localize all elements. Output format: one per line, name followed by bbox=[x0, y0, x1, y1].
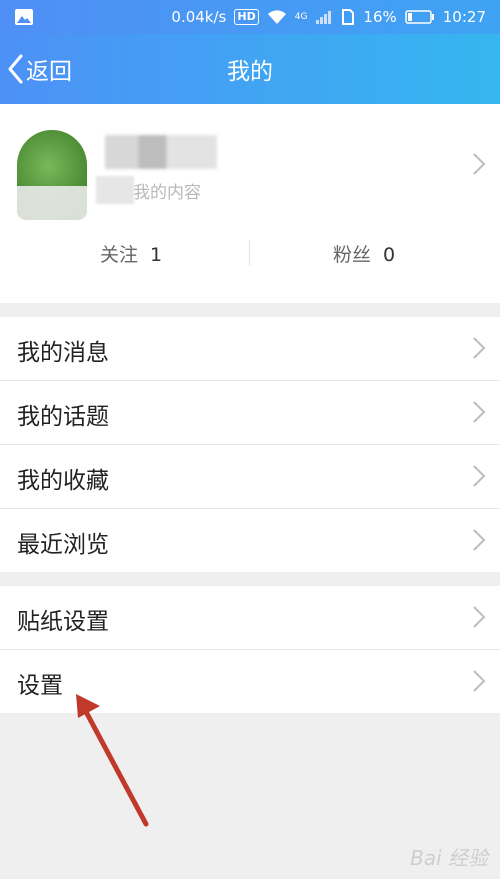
follow-count: 1 bbox=[150, 244, 163, 266]
sim-icon bbox=[342, 9, 355, 25]
menu-item-label: 最近浏览 bbox=[17, 532, 109, 558]
chevron-right-icon bbox=[473, 670, 486, 692]
page-title: 我的 bbox=[227, 59, 273, 85]
battery-percent: 16% bbox=[363, 8, 397, 26]
menu-item-my-messages[interactable]: 我的消息 bbox=[0, 317, 500, 381]
follow-stat[interactable]: 关注 1 bbox=[100, 240, 162, 267]
avatar[interactable] bbox=[17, 130, 87, 220]
status-indicators: 0.04k/s HD 4G 16% 10:27 bbox=[171, 7, 486, 27]
menu-item-label: 设置 bbox=[17, 673, 63, 699]
watermark: Bai 经验 bbox=[410, 846, 488, 870]
menu-item-my-topics[interactable]: 我的话题 bbox=[0, 381, 500, 445]
profile-subtitle: 我的内容 bbox=[133, 183, 201, 203]
menu-item-my-favorites[interactable]: 我的收藏 bbox=[0, 445, 500, 509]
chevron-right-icon bbox=[473, 465, 486, 487]
username-blurred bbox=[105, 135, 217, 169]
menu-item-label: 我的收藏 bbox=[17, 468, 109, 494]
gallery-icon bbox=[15, 9, 33, 25]
subtitle-blurred bbox=[96, 176, 134, 204]
chevron-right-icon bbox=[473, 529, 486, 551]
chevron-right-icon bbox=[473, 606, 486, 628]
profile-card[interactable]: 我的内容 关注 1 粉丝 0 bbox=[0, 104, 500, 303]
fans-count: 0 bbox=[383, 244, 396, 266]
chevron-right-icon bbox=[473, 153, 486, 175]
menu-item-label: 我的话题 bbox=[17, 404, 109, 430]
chevron-right-icon bbox=[473, 401, 486, 423]
network-speed: 0.04k/s bbox=[171, 8, 227, 26]
network-type: 4G bbox=[294, 12, 308, 22]
signal-icon bbox=[316, 11, 332, 24]
menu-item-label: 我的消息 bbox=[17, 340, 109, 366]
menu-item-label: 贴纸设置 bbox=[17, 609, 109, 635]
nav-bar: 返回 我的 bbox=[0, 34, 500, 104]
stats-divider bbox=[249, 240, 250, 266]
fans-label: 粉丝 bbox=[333, 244, 372, 266]
chevron-right-icon bbox=[473, 337, 486, 359]
follow-label: 关注 bbox=[100, 244, 139, 266]
menu-group-main: 我的消息 我的话题 我的收藏 最近浏览 bbox=[0, 317, 500, 572]
fans-stat[interactable]: 粉丝 0 bbox=[333, 240, 395, 267]
status-bar: 0.04k/s HD 4G 16% 10:27 bbox=[0, 0, 500, 34]
menu-item-settings[interactable]: 设置 bbox=[0, 650, 500, 713]
clock: 10:27 bbox=[442, 8, 486, 26]
menu-item-recent-browsing[interactable]: 最近浏览 bbox=[0, 509, 500, 572]
menu-group-settings: 贴纸设置 设置 bbox=[0, 586, 500, 713]
hd-badge: HD bbox=[234, 9, 259, 25]
battery-icon bbox=[405, 10, 434, 24]
profile-stats: 关注 1 粉丝 0 bbox=[0, 222, 500, 282]
wifi-icon bbox=[267, 10, 286, 24]
menu-item-sticker-settings[interactable]: 贴纸设置 bbox=[0, 586, 500, 650]
